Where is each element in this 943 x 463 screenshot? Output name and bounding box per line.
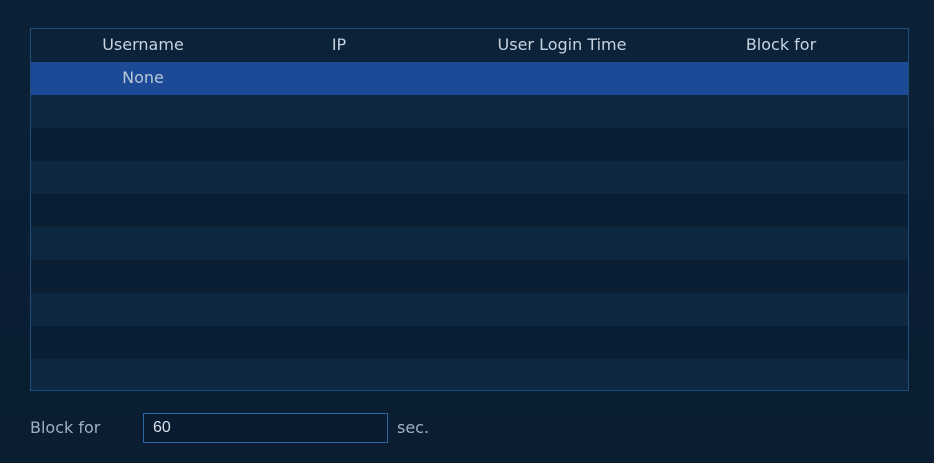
cell-username: None [122,68,164,87]
column-header-user-login-time[interactable]: User Login Time [423,29,701,62]
table-row-empty[interactable] [31,227,908,260]
cell-block-for [701,62,861,95]
table-row-empty[interactable] [31,194,908,227]
block-duration-input[interactable] [143,413,388,443]
table-row-empty[interactable] [31,359,908,390]
blocked-users-table: Username IP User Login Time Block for No… [30,28,909,391]
table-header: Username IP User Login Time Block for [31,29,908,62]
table-row-empty[interactable] [31,128,908,161]
table-row-empty[interactable] [31,95,908,128]
block-duration-unit: sec. [397,418,430,437]
table-row-empty[interactable] [31,161,908,194]
block-for-label: Block for [30,418,101,437]
column-header-block-for[interactable]: Block for [701,29,861,62]
table-row-empty[interactable] [31,260,908,293]
table-row-empty[interactable] [31,293,908,326]
table-row[interactable]: None [31,62,908,95]
cell-login-time [423,62,701,95]
blocklist-panel: Username IP User Login Time Block for No… [0,0,934,463]
column-header-ip[interactable]: IP [255,29,423,62]
table-row-empty[interactable] [31,326,908,359]
cell-ip [255,62,423,95]
column-header-username[interactable]: Username [31,29,255,62]
